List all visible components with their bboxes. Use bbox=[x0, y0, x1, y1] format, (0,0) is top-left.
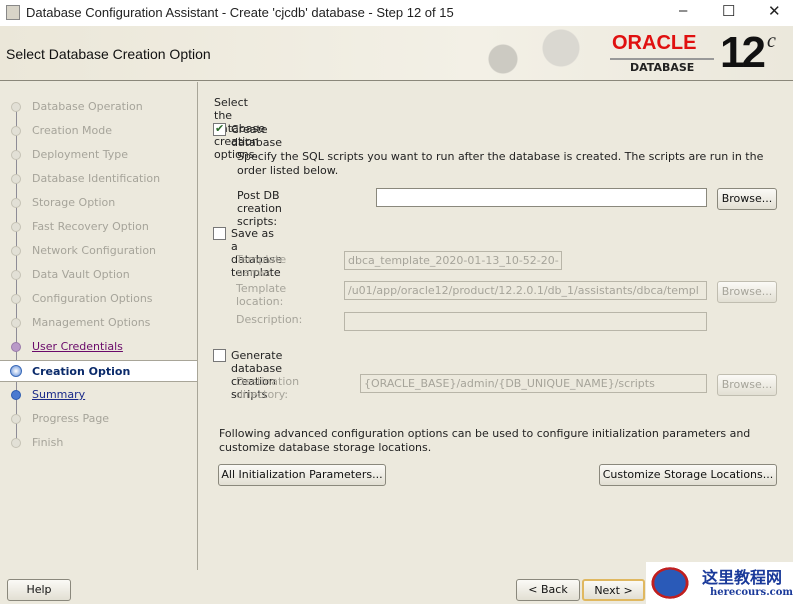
sidebar-item-deployment-type: Deployment Type bbox=[0, 144, 197, 166]
step-indicator-icon bbox=[11, 222, 21, 232]
sidebar-item-label: Progress Page bbox=[32, 412, 110, 425]
sidebar-item-label: Deployment Type bbox=[32, 148, 129, 161]
destination-browse-button[interactable]: Browse... bbox=[717, 374, 777, 396]
database-logo-text: DATABASE bbox=[630, 61, 695, 74]
sidebar-item-label: Data Vault Option bbox=[32, 268, 130, 281]
template-name-input[interactable]: dbca_template_2020-01-13_10-52-20- bbox=[344, 251, 562, 270]
sidebar-item-label: Creation Mode bbox=[32, 124, 113, 137]
maximize-button[interactable]: ☐ bbox=[722, 2, 735, 20]
sidebar-item-label: Configuration Options bbox=[32, 292, 153, 305]
customize-storage-locations-button[interactable]: Customize Storage Locations... bbox=[599, 464, 777, 486]
step-indicator-icon bbox=[11, 246, 21, 256]
sidebar-item-creation-mode: Creation Mode bbox=[0, 120, 197, 142]
sidebar-item-finish: Finish bbox=[0, 432, 197, 454]
step-indicator-icon bbox=[11, 270, 21, 280]
watermark-text: 这里教程网 bbox=[702, 568, 783, 587]
scripts-description: Specify the SQL scripts you want to run … bbox=[237, 150, 764, 177]
minimize-button[interactable]: – bbox=[679, 2, 687, 19]
generate-scripts-checkbox[interactable] bbox=[213, 349, 226, 362]
sidebar-item-database-operation: Database Operation bbox=[0, 96, 197, 118]
template-location-input[interactable]: /u01/app/oracle12/product/12.2.0.1/db_1/… bbox=[344, 281, 707, 300]
sidebar-item-fast-recovery-option: Fast Recovery Option bbox=[0, 216, 197, 238]
sidebar-item-network-configuration: Network Configuration bbox=[0, 240, 197, 262]
save-template-checkbox[interactable] bbox=[213, 227, 226, 240]
step-indicator-icon bbox=[11, 102, 21, 112]
window-title: Database Configuration Assistant - Creat… bbox=[26, 5, 454, 20]
sidebar-item-label: Summary bbox=[32, 388, 86, 401]
post-scripts-input[interactable] bbox=[376, 188, 707, 207]
destination-directory-label: Destination directory: bbox=[236, 375, 300, 401]
sidebar-item-label: Database Operation bbox=[32, 100, 143, 113]
sidebar-item-label: Creation Option bbox=[32, 365, 131, 378]
version-logo: 12 bbox=[720, 28, 766, 77]
sidebar-item-label: User Credentials bbox=[32, 340, 123, 353]
step-indicator-icon bbox=[11, 414, 21, 424]
sidebar-item-database-identification: Database Identification bbox=[0, 168, 197, 190]
sidebar-item-configuration-options: Configuration Options bbox=[0, 288, 197, 310]
help-button[interactable]: Help bbox=[7, 579, 71, 601]
sidebar-item-label: Management Options bbox=[32, 316, 151, 329]
sidebar-item-label: Network Configuration bbox=[32, 244, 157, 257]
sidebar-item-creation-option: Creation Option bbox=[0, 360, 197, 382]
description-label: Description: bbox=[236, 313, 303, 326]
back-button[interactable]: < Back bbox=[516, 579, 580, 601]
gears-graphic bbox=[445, 26, 590, 81]
step-indicator-icon bbox=[11, 294, 21, 304]
template-location-label: Template location: bbox=[236, 282, 287, 308]
create-database-checkbox[interactable] bbox=[213, 122, 226, 136]
page-title: Select Database Creation Option bbox=[6, 46, 211, 62]
close-button[interactable]: ✕ bbox=[768, 2, 781, 20]
step-indicator-icon bbox=[11, 390, 21, 400]
title-bar: Database Configuration Assistant - Creat… bbox=[0, 0, 793, 26]
post-scripts-browse-button[interactable]: Browse... bbox=[717, 188, 777, 210]
sidebar-item-progress-page: Progress Page bbox=[0, 408, 197, 430]
step-indicator-icon bbox=[10, 365, 22, 377]
next-button[interactable]: Next > bbox=[582, 579, 645, 601]
create-database-label: Create database bbox=[231, 123, 282, 149]
sidebar-item-data-vault-option: Data Vault Option bbox=[0, 264, 197, 286]
watermark-url: herecours.com bbox=[710, 587, 793, 598]
step-indicator-icon bbox=[11, 318, 21, 328]
sidebar-item-storage-option: Storage Option bbox=[0, 192, 197, 214]
sidebar-item-label: Storage Option bbox=[32, 196, 116, 209]
step-indicator-icon bbox=[11, 342, 21, 352]
java-app-icon bbox=[6, 5, 20, 20]
oracle-logo: ORACLE bbox=[612, 32, 697, 54]
post-scripts-label: Post DB creation scripts: bbox=[237, 189, 282, 228]
step-indicator-icon bbox=[11, 126, 21, 136]
description-input[interactable] bbox=[344, 312, 707, 331]
step-indicator-icon bbox=[11, 198, 21, 208]
sidebar-item-management-options: Management Options bbox=[0, 312, 197, 334]
sidebar-item-label: Finish bbox=[32, 436, 64, 449]
watermark: 这里教程网 herecours.com bbox=[646, 562, 793, 604]
destination-directory-input[interactable]: {ORACLE_BASE}/admin/{DB_UNIQUE_NAME}/scr… bbox=[360, 374, 707, 393]
template-location-browse-button[interactable]: Browse... bbox=[717, 281, 777, 303]
advanced-options-text: Following advanced configuration options… bbox=[219, 427, 751, 454]
header-banner: Select Database Creation Option ORACLE D… bbox=[0, 26, 793, 81]
all-initialization-parameters-button[interactable]: All Initialization Parameters... bbox=[218, 464, 386, 486]
step-indicator-icon bbox=[11, 174, 21, 184]
sidebar-item-label: Database Identification bbox=[32, 172, 161, 185]
version-superscript: c bbox=[767, 30, 776, 52]
template-name-label: Template name: bbox=[236, 253, 287, 279]
sidebar-item-label: Fast Recovery Option bbox=[32, 220, 149, 233]
watermark-logo-icon bbox=[650, 566, 690, 600]
step-indicator-icon bbox=[11, 150, 21, 160]
step-indicator-icon bbox=[11, 438, 21, 448]
sidebar-item-summary[interactable]: Summary bbox=[0, 384, 197, 406]
sidebar-item-user-credentials[interactable]: User Credentials bbox=[0, 336, 197, 358]
